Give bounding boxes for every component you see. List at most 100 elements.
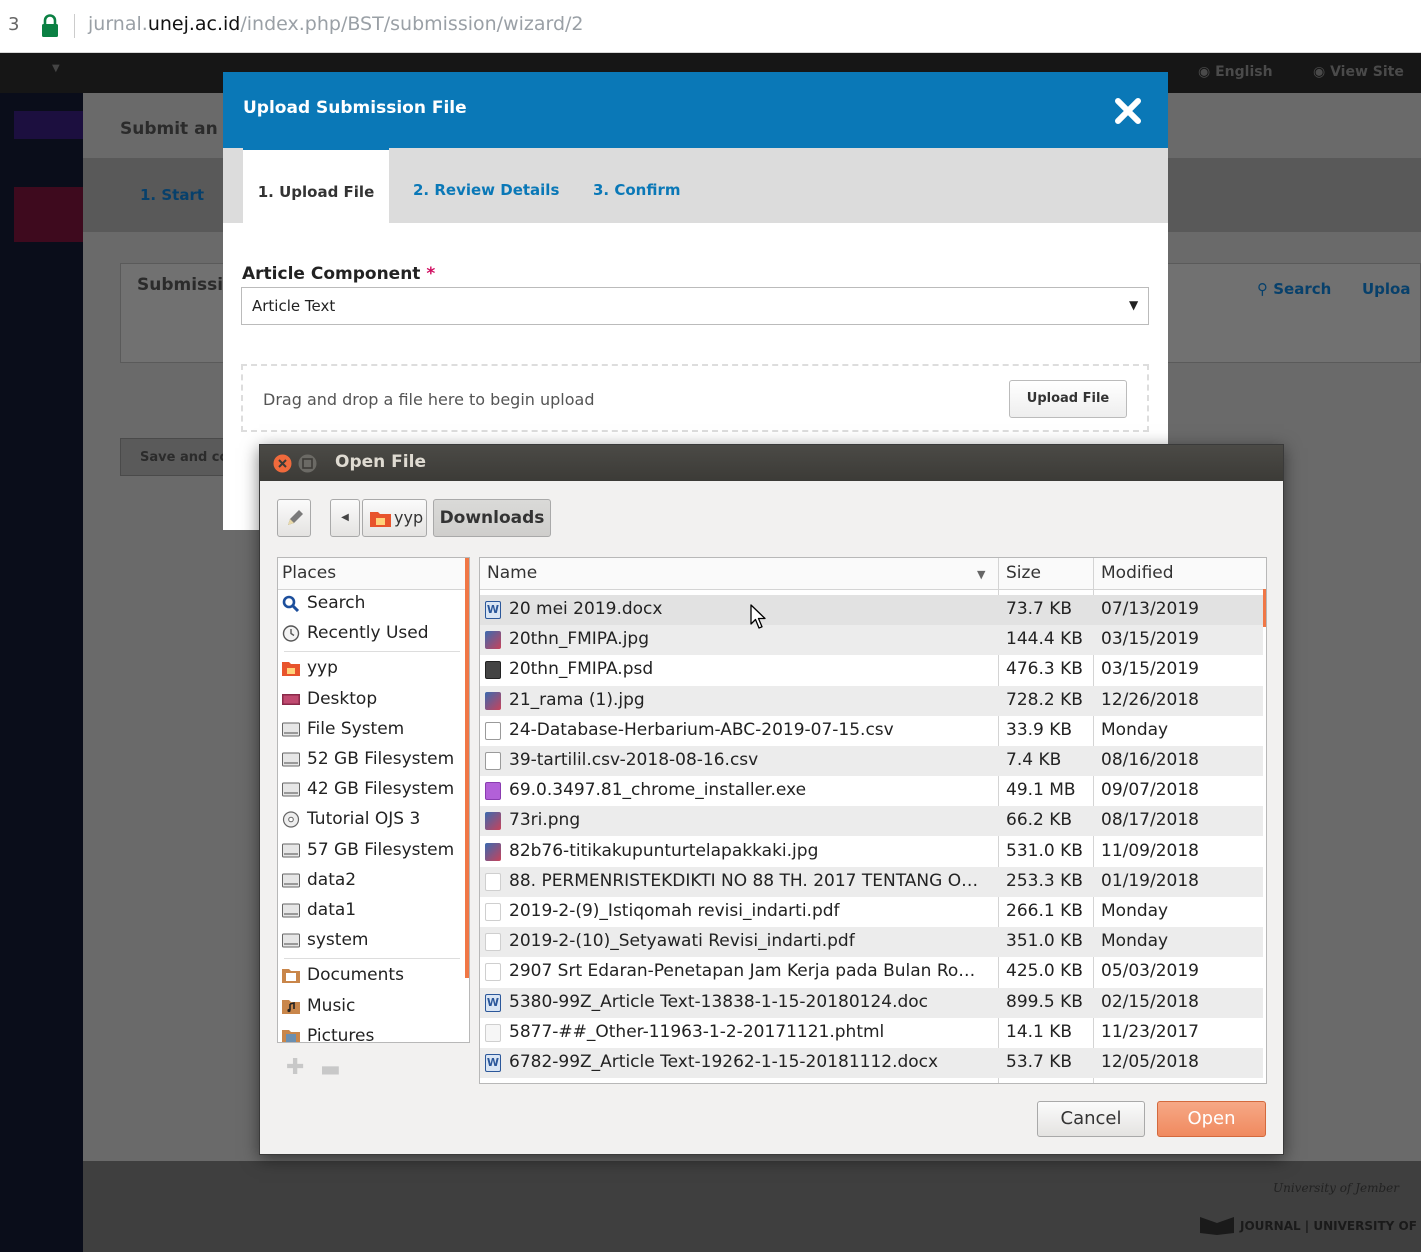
save-continue-button[interactable]: Save and co: [120, 438, 230, 476]
dialog-titlebar: Open File: [260, 445, 1283, 481]
place-item[interactable]: Desktop: [278, 685, 464, 715]
file-name: 5380-99Z_Article Text-13838-1-15-2018012…: [509, 991, 929, 1012]
sidebar-item-active[interactable]: [14, 111, 83, 139]
file-modified: 05/03/2019: [1101, 961, 1199, 982]
file-row[interactable]: 69.0.3497.81_chrome_installer.exe 49.1 MB…: [480, 776, 1263, 806]
file-row[interactable]: 39-tartilil.csv-2018-08-16.csv 7.4 KB 08/1…: [480, 746, 1263, 776]
place-item-label: File System: [307, 718, 405, 739]
file-row[interactable]: 20thn_FMIPA.jpg 144.4 KB 03/15/2019: [480, 625, 1263, 656]
drive-icon: [282, 752, 300, 767]
file-row[interactable]: 21_rama (1).jpg 728.2 KB 12/26/2018: [480, 685, 1263, 716]
cancel-button[interactable]: Cancel: [1037, 1101, 1145, 1137]
breadcrumb-yyp[interactable]: yyp: [362, 499, 427, 537]
place-item[interactable]: 42 GB Filesystem: [278, 775, 464, 805]
place-item[interactable]: File System: [278, 715, 464, 745]
image-icon: [485, 631, 501, 650]
remove-bookmark-icon[interactable]: ▬: [320, 1057, 341, 1082]
lock-icon: [42, 14, 58, 37]
close-icon[interactable]: [1113, 96, 1143, 126]
place-item-label: Desktop: [307, 688, 378, 709]
file-name: 39-tartilil.csv-2018-08-16.csv: [509, 750, 759, 770]
file-size: 253.3 KB: [1006, 870, 1083, 891]
file-size: 144.4 KB: [1006, 629, 1083, 650]
file-list: Name ▼ Size Modified W 20 mei 2019.docx 73…: [479, 557, 1267, 1084]
tab-upload-file[interactable]: 1. Upload File: [243, 148, 389, 223]
place-item[interactable]: Search: [278, 589, 464, 619]
search-link[interactable]: ⚲ Search: [1257, 280, 1331, 298]
place-item[interactable]: Tutorial OJS 3: [278, 805, 464, 835]
tab-start[interactable]: 1. Start: [140, 186, 204, 204]
file-name: 2019-2-(10)_Setyawati Revisi_indarti.pdf: [509, 931, 855, 952]
breadcrumb-downloads[interactable]: Downloads: [433, 499, 551, 537]
file-list-scrollbar[interactable]: [1263, 589, 1266, 627]
footer-journal-text: JOURNAL | UNIVERSITY OF: [1240, 1219, 1417, 1233]
file-modified: 03/15/2019: [1101, 629, 1199, 650]
pdf-icon: [485, 963, 501, 982]
column-name-header[interactable]: Name: [487, 563, 537, 583]
place-item[interactable]: 52 GB Filesystem: [278, 745, 464, 775]
article-component-select[interactable]: Article Text ▼: [241, 287, 1149, 325]
column-size-header[interactable]: Size: [1006, 563, 1041, 583]
places-sidebar: Places Search Recently Used yyp Desktop File…: [277, 557, 470, 1043]
file-row[interactable]: W 6782-99Z_Article Text-19262-1-15-201811…: [480, 1048, 1263, 1078]
window-minimize-icon[interactable]: [298, 454, 317, 473]
file-row[interactable]: 24-Database-Herbarium-ABC-2019-07-15.csv…: [480, 716, 1263, 746]
place-item[interactable]: yyp: [278, 654, 464, 684]
place-item[interactable]: data1: [278, 896, 464, 926]
file-row[interactable]: W 20 mei 2019.docx 73.7 KB 07/13/2019: [480, 595, 1263, 625]
file-dropzone[interactable]: Drag and drop a file here to begin uploa…: [241, 364, 1149, 432]
place-item[interactable]: Recently Used: [278, 619, 464, 649]
file-name: 6782-99Z_Article Text-19262-1-15-2018111…: [509, 1052, 939, 1072]
view-site-link[interactable]: ◉ View Site: [1313, 64, 1404, 80]
place-item[interactable]: Pictures: [278, 1022, 464, 1042]
page-title: Submit an: [120, 119, 218, 139]
file-size: 476.3 KB: [1006, 659, 1083, 680]
sidebar-item-highlight[interactable]: [14, 187, 83, 242]
window-close-icon[interactable]: [273, 454, 292, 473]
place-item[interactable]: 57 GB Filesystem: [278, 836, 464, 866]
file-row[interactable]: 5877-##_Other-11963-1-2-20171121.phtml 14…: [480, 1018, 1263, 1048]
file-row[interactable]: 20thn_FMIPA.psd 476.3 KB 03/15/2019: [480, 655, 1263, 685]
url-separator: [74, 14, 75, 38]
search-icon: [282, 595, 300, 612]
place-item[interactable]: Documents: [278, 961, 464, 991]
modal-header: Upload Submission File: [223, 72, 1168, 148]
url-path: /index.php/BST/submission/wizard/2: [240, 13, 584, 35]
file-row[interactable]: 88. PERMENRISTEKDIKTI NO 88 TH. 2017 TEN…: [480, 866, 1263, 897]
place-item[interactable]: system: [278, 926, 464, 956]
pencil-icon: [288, 510, 303, 525]
sort-down-icon: ▼: [977, 568, 986, 581]
language-link[interactable]: ◉ English: [1198, 64, 1273, 80]
drive-icon: [282, 933, 300, 948]
open-button[interactable]: Open: [1157, 1101, 1266, 1137]
place-item[interactable]: Music: [278, 992, 464, 1022]
tab-confirm[interactable]: 3. Confirm: [593, 148, 681, 223]
path-back-button[interactable]: ◀: [330, 499, 360, 537]
file-row[interactable]: 82b76-titikakupunturtelapakkaki.jpg 531.0…: [480, 837, 1263, 867]
places-header: Places: [278, 558, 469, 590]
places-scrollbar[interactable]: [465, 558, 469, 978]
file-size: 33.9 KB: [1006, 719, 1073, 740]
file-row[interactable]: 2907 Srt Edaran-Penetapan Jam Kerja pada…: [480, 957, 1263, 987]
tab-review-details[interactable]: 2. Review Details: [413, 148, 559, 223]
image-icon: [485, 691, 501, 710]
file-size: 73.7 KB: [1006, 599, 1073, 619]
open-file-dialog: Open File ◀ yyp Downloads Places Search R…: [259, 444, 1284, 1155]
browser-url-bar[interactable]: 3 jurnal.unej.ac.id/index.php/BST/submis…: [0, 0, 1421, 53]
file-row[interactable]: W 5380-99Z_Article Text-13838-1-15-201801…: [480, 987, 1263, 1018]
file-modified: 12/26/2018: [1101, 689, 1199, 710]
file-modified: 11/23/2017: [1101, 1021, 1199, 1042]
file-row[interactable]: 2019-2-(9)_Istiqomah revisi_indarti.pdf 2…: [480, 897, 1263, 927]
type-location-button[interactable]: [277, 499, 311, 537]
add-bookmark-icon[interactable]: ✚: [286, 1055, 304, 1080]
place-item-label: Documents: [307, 965, 404, 986]
file-row[interactable]: 2019-2-(10)_Setyawati Revisi_indarti.pdf…: [480, 927, 1263, 958]
url-text[interactable]: jurnal.unej.ac.id/index.php/BST/submissi…: [88, 13, 584, 35]
ojs-sidebar: [0, 93, 83, 1252]
place-item[interactable]: data2: [278, 866, 464, 896]
place-item-label: Search: [307, 593, 366, 613]
file-row[interactable]: 73ri.png 66.2 KB 08/17/2018: [480, 806, 1263, 837]
column-modified-header[interactable]: Modified: [1101, 563, 1174, 583]
upload-link[interactable]: Uploa: [1362, 280, 1411, 298]
upload-file-button[interactable]: Upload File: [1009, 380, 1127, 418]
